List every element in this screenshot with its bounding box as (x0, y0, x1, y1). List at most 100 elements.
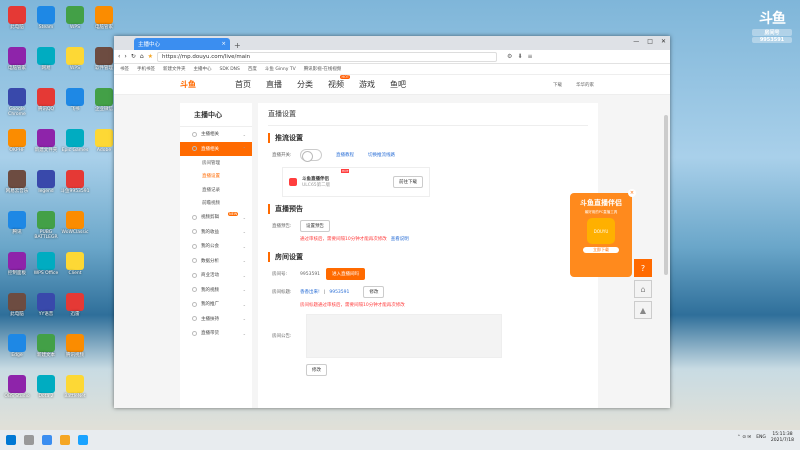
tutorial-link[interactable]: 直播教程 (336, 152, 354, 158)
clock[interactable]: 15:11:38 2021/7/18 (771, 432, 794, 444)
refresh-icon[interactable]: ↻ (131, 53, 136, 60)
user-menu[interactable]: 华华的家 (576, 82, 594, 88)
desktop-icon[interactable]: 此电脑 (2, 293, 32, 318)
desktop-icon[interactable]: 控制面板 (2, 252, 32, 277)
desktop-icon[interactable]: 新建文本 (31, 334, 61, 359)
menu-icon[interactable]: ≡ (527, 53, 532, 60)
favorite-icon[interactable]: ★ (148, 53, 153, 60)
sidebar-item[interactable]: 主播扶持 ⌄ (180, 312, 252, 327)
desktop-icon[interactable]: OBS Studio (2, 375, 32, 400)
sidebar-subitem[interactable]: 直播设置 (180, 170, 252, 184)
download-link[interactable]: 下载 (553, 82, 562, 88)
sidebar-subitem[interactable]: 前瞻视频 (180, 197, 252, 211)
sidebar-item[interactable]: 我的收益 ⌄ (180, 225, 252, 240)
desktop-icon[interactable]: Epic Games (60, 129, 90, 154)
desktop-icon[interactable]: PUBG BATTLEGR (31, 211, 61, 241)
back-to-top-icon[interactable]: ▲ (634, 301, 652, 319)
nav-yuba[interactable]: 鱼吧 (390, 79, 406, 90)
companion-float-card[interactable]: × 斗鱼直播伴侣 最好用的PC直播工具 DOUYU 立即下载 (570, 189, 636, 277)
close-window-icon[interactable]: ✕ (661, 38, 666, 45)
sidebar-item[interactable]: 我的视频 ⌄ (180, 283, 252, 298)
desktop-icon[interactable]: Client (60, 252, 90, 277)
desktop-icon[interactable]: Dota 2 (31, 375, 61, 400)
bookmark-item[interactable]: 新建文件夹 (163, 66, 186, 72)
nav-category[interactable]: 分类 (297, 79, 313, 90)
desktop-icon[interactable]: 网易云音乐 (2, 170, 32, 195)
desktop-icon[interactable]: 飞书 (60, 88, 90, 113)
close-icon[interactable]: × (628, 189, 636, 197)
edit-title-button[interactable]: 修改 (363, 286, 385, 298)
desktop-icon[interactable]: 斗鱼9953591 (60, 170, 90, 195)
nav-video[interactable]: 视频 HOT (328, 75, 350, 90)
lang-indicator[interactable]: ENG (756, 435, 766, 440)
sidebar-item[interactable]: 商业活动 ⌄ (180, 268, 252, 283)
help-icon[interactable]: ? (634, 259, 652, 277)
desktop-icon[interactable]: 腾讯QQ (31, 88, 61, 113)
sidebar-item[interactable]: 主播相关 ⌄ (180, 127, 252, 142)
start-icon[interactable] (6, 435, 16, 445)
promo-download-button[interactable]: 前往下载 (393, 176, 423, 188)
douyu-logo[interactable]: 斗鱼 (180, 79, 196, 90)
desktop-icon[interactable]: BattleNet (60, 375, 90, 400)
browser-tab[interactable]: 主播中心 × (134, 38, 230, 50)
desktop-icon[interactable]: 电脑管家 (2, 47, 32, 72)
float-download-button[interactable]: 立即下载 (583, 247, 619, 253)
desktop-icon[interactable]: 此电脑 (2, 6, 32, 31)
set-preview-button[interactable]: 设置预告 (300, 220, 330, 232)
nav-game[interactable]: 游戏 (359, 79, 375, 90)
bookmark-item[interactable]: 百度 (248, 66, 257, 72)
browser-taskbar-icon[interactable] (42, 435, 52, 445)
desktop-icon[interactable]: WPS (60, 47, 90, 72)
sidebar-subitem[interactable]: 房间管理 (180, 156, 252, 170)
sidebar-item[interactable]: 视频剪辑 ⌄ NEW (180, 210, 252, 225)
sidebar-item[interactable]: 我的公会 ⌄ (180, 239, 252, 254)
desktop-icon[interactable]: WPS Office (31, 252, 61, 277)
bookmark-item[interactable]: 手机书签 (137, 66, 155, 72)
forward-icon[interactable]: › (124, 53, 126, 60)
notice-textarea[interactable] (306, 314, 502, 358)
edit-notice-button[interactable]: 修改 (306, 364, 327, 376)
preview-help-link[interactable]: 查看说明 (391, 236, 409, 242)
bookmark-item[interactable]: 主播中心 (194, 66, 212, 72)
desktop-icon[interactable]: 网易 (31, 47, 61, 72)
desktop-icon[interactable]: WPS (60, 6, 90, 31)
desktop-icon[interactable]: Steam (31, 6, 61, 31)
bookmark-item[interactable]: 书签 (120, 66, 129, 72)
sidebar-item[interactable]: 我的推广 ⌄ (180, 297, 252, 312)
tray-icons[interactable]: ⌃ ⊙ ✉ (737, 435, 751, 440)
extension-icon[interactable]: ⚙ (507, 53, 512, 60)
live-switch[interactable] (300, 149, 322, 162)
home-icon[interactable]: ⌂ (140, 53, 144, 60)
nav-home[interactable]: 首页 (235, 79, 251, 90)
back-icon[interactable]: ‹ (118, 53, 120, 60)
url-input[interactable]: https://mp.douyu.com/live/main (157, 51, 498, 62)
desktop-icon[interactable]: OKPHF (2, 129, 32, 154)
home-icon[interactable]: ⌂ (634, 280, 652, 298)
desktop-icon[interactable]: 电脑管家 (89, 6, 119, 31)
desktop-icon[interactable]: 腾讯 (2, 211, 32, 236)
sidebar-item[interactable]: 直播带货 ⌄ (180, 326, 252, 341)
folder-icon[interactable] (60, 435, 70, 445)
switch-line-link[interactable]: 切换推流线路 (368, 152, 395, 158)
bookmark-item[interactable]: SDK DNS (220, 67, 240, 72)
enter-room-button[interactable]: 进入直播间吗 (326, 268, 366, 280)
desktop-icon[interactable]: YY语音 (31, 293, 61, 318)
nav-live[interactable]: 直播 (266, 79, 282, 90)
bookmark-item[interactable]: 斗鱼 Ginny TV (265, 66, 296, 72)
download-icon[interactable]: ⬇ (517, 53, 522, 60)
bookmark-item[interactable]: 腾讯影视-在线视频 (304, 66, 342, 72)
desktop-icon[interactable]: 迅雷 (60, 293, 90, 318)
sidebar-item[interactable]: 直播相关 ⌃ (180, 141, 252, 156)
desktop-icon[interactable]: Google Chrome (2, 88, 32, 118)
sidebar-item[interactable]: 数据分析 ⌄ (180, 254, 252, 269)
desktop-icon[interactable]: Edge (2, 334, 32, 359)
desktop-icon[interactable]: 新建文件夹 (31, 129, 61, 154)
scrollbar[interactable] (664, 115, 668, 275)
close-tab-icon[interactable]: × (221, 41, 226, 47)
sidebar-subitem[interactable]: 直播记录 (180, 183, 252, 197)
search-icon[interactable] (24, 435, 34, 445)
minimize-icon[interactable]: — (633, 38, 639, 45)
desktop-icon[interactable]: legend (31, 170, 61, 195)
app-taskbar-icon[interactable] (78, 435, 88, 445)
new-tab-icon[interactable]: + (234, 41, 241, 50)
